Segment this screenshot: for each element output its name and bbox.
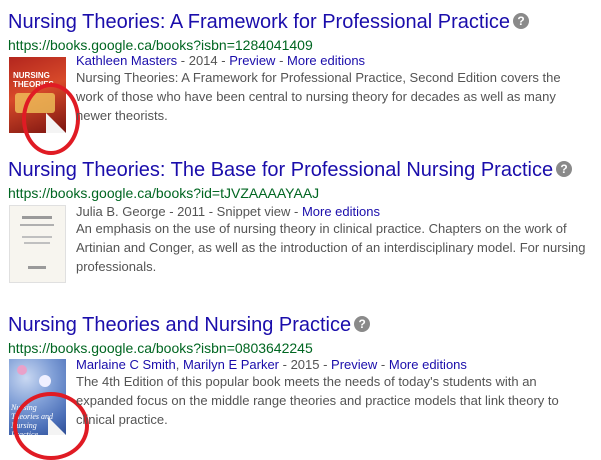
result-title-text[interactable]: Nursing Theories and Nursing Practice	[8, 314, 351, 336]
more-editions-link[interactable]: More editions	[302, 204, 380, 219]
result-title[interactable]: Nursing Theories: The Base for Professio…	[8, 158, 573, 182]
cover-flower	[39, 375, 51, 387]
result-title[interactable]: Nursing Theories: A Framework for Profes…	[8, 10, 530, 34]
author-name: Julia B. George	[76, 204, 166, 219]
author-link[interactable]: Marilyn E Parker	[183, 357, 279, 372]
cover-line	[22, 216, 52, 219]
book-cover-thumbnail[interactable]	[9, 205, 66, 283]
preview-link[interactable]: Preview	[331, 357, 377, 372]
result-meta: Julia B. George - 2011 - Snippet view - …	[76, 204, 380, 219]
result-title-text[interactable]: Nursing Theories: A Framework for Profes…	[8, 11, 510, 33]
result-snippet: The 4th Edition of this popular book mee…	[76, 374, 559, 427]
author-link[interactable]: Marlaine C Smith	[76, 357, 176, 372]
result-snippet: Nursing Theories: A Framework for Profes…	[76, 70, 561, 123]
more-editions-link[interactable]: More editions	[287, 53, 365, 68]
red-annotation-circle	[22, 83, 80, 155]
more-editions-link[interactable]: More editions	[389, 357, 467, 372]
author-link[interactable]: Kathleen Masters	[76, 53, 177, 68]
help-icon[interactable]: ?	[354, 316, 371, 332]
result-title[interactable]: Nursing Theories and Nursing Practice?	[8, 313, 371, 337]
result-url: https://books.google.ca/books?id=tJVZAAA…	[8, 185, 320, 201]
cover-line	[22, 236, 52, 238]
cover-flower	[17, 365, 27, 375]
cover-line	[28, 266, 46, 269]
result-meta: Kathleen Masters - 2014 - Preview - More…	[76, 53, 366, 68]
result-title-text[interactable]: Nursing Theories: The Base for Professio…	[8, 159, 553, 181]
result-url: https://books.google.ca/books?isbn=08036…	[8, 340, 313, 356]
preview-link[interactable]: Preview	[229, 53, 275, 68]
help-icon[interactable]: ?	[556, 161, 573, 177]
cover-line	[24, 242, 50, 244]
help-icon[interactable]: ?	[513, 13, 530, 29]
result-meta: Marlaine C Smith, Marilyn E Parker - 201…	[76, 357, 467, 372]
cover-line	[20, 224, 54, 226]
result-snippet: An emphasis on the use of nursing theory…	[76, 221, 586, 274]
